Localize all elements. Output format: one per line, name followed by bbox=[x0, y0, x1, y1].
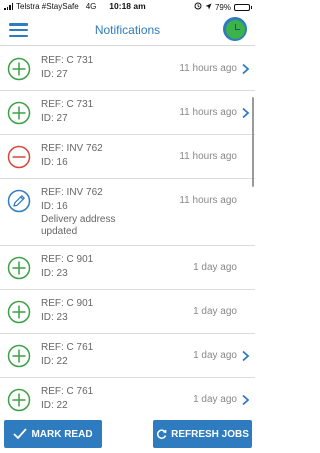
notification-ref: REF: C 731 bbox=[41, 55, 94, 66]
location-icon bbox=[205, 3, 212, 12]
mark-read-button[interactable]: MARK READ bbox=[4, 420, 102, 448]
refresh-jobs-label: REFRESH JOBS bbox=[171, 428, 249, 440]
app-header: Notifications bbox=[0, 14, 255, 46]
chevron-right-icon[interactable] bbox=[241, 62, 250, 75]
remove-circle-icon bbox=[7, 145, 31, 169]
notification-text: REF: C 731 ID: 27 bbox=[41, 98, 93, 126]
battery-icon bbox=[234, 3, 252, 11]
notification-time: 11 hours ago bbox=[179, 195, 237, 206]
carrier-label: Telstra #StaySafe bbox=[16, 2, 79, 11]
chevron-right-icon[interactable] bbox=[241, 106, 250, 119]
notification-row[interactable]: REF: C 731 ID: 27 11 hours ago bbox=[0, 47, 255, 91]
notification-id: ID: 23 bbox=[41, 312, 68, 323]
mark-read-label: MARK READ bbox=[31, 428, 93, 440]
notification-ref: REF: C 731 bbox=[41, 99, 94, 110]
notification-time: 1 day ago bbox=[193, 306, 237, 317]
add-circle-icon bbox=[7, 256, 31, 280]
status-bar: Telstra #StaySafe 4G 10:18 am 79% bbox=[0, 0, 255, 14]
status-right: 79% bbox=[194, 2, 252, 12]
add-circle-icon bbox=[7, 300, 31, 324]
refresh-jobs-button[interactable]: REFRESH JOBS bbox=[153, 420, 252, 448]
notification-id: ID: 27 bbox=[41, 113, 68, 124]
notification-row[interactable]: REF: C 761 ID: 22 1 day ago bbox=[0, 334, 255, 378]
status-left: Telstra #StaySafe 4G bbox=[4, 2, 96, 11]
notification-ref: REF: C 761 bbox=[41, 386, 94, 397]
notification-text: REF: C 901 ID: 23 bbox=[41, 297, 93, 325]
notification-time: 11 hours ago bbox=[179, 151, 237, 162]
page-title: Notifications bbox=[94, 23, 161, 37]
notification-id: ID: 22 bbox=[41, 356, 68, 367]
notification-id: ID: 22 bbox=[41, 400, 68, 411]
notification-time: 1 day ago bbox=[193, 394, 237, 405]
notification-time: 1 day ago bbox=[193, 350, 237, 361]
notification-id: ID: 16 bbox=[41, 157, 68, 168]
notification-text: REF: C 761 ID: 22 bbox=[41, 341, 93, 369]
chevron-right-icon[interactable] bbox=[241, 349, 250, 362]
notification-text: REF: INV 762 ID: 16 Delivery address updat… bbox=[41, 186, 131, 238]
notification-ref: REF: INV 762 bbox=[41, 143, 103, 154]
add-circle-icon bbox=[7, 57, 31, 81]
refresh-icon bbox=[156, 428, 167, 440]
notification-text: REF: C 761 ID: 22 bbox=[41, 385, 93, 413]
add-circle-icon bbox=[7, 101, 31, 125]
bottom-action-bar: MARK READ REFRESH JOBS bbox=[0, 413, 255, 453]
checkmark-icon bbox=[13, 428, 28, 440]
notification-id: ID: 27 bbox=[41, 69, 68, 80]
notification-text: REF: C 901 ID: 23 bbox=[41, 253, 93, 281]
add-circle-icon bbox=[7, 388, 31, 412]
notification-row[interactable]: REF: C 731 ID: 27 11 hours ago bbox=[0, 91, 255, 135]
notification-row[interactable]: REF: C 901 ID: 23 1 day ago bbox=[0, 290, 255, 334]
notification-text: REF: INV 762 ID: 16 bbox=[41, 142, 103, 170]
network-label: 4G bbox=[85, 2, 97, 11]
alarm-icon bbox=[194, 2, 202, 12]
signal-icon bbox=[4, 3, 13, 10]
notification-text: REF: C 731 ID: 27 bbox=[41, 54, 93, 82]
notification-time: 11 hours ago bbox=[179, 63, 237, 74]
add-circle-icon bbox=[7, 344, 31, 368]
notification-time: 11 hours ago bbox=[179, 107, 237, 118]
scrollbar[interactable] bbox=[252, 97, 254, 187]
notification-ref: REF: C 761 bbox=[41, 342, 94, 353]
notification-id: ID: 23 bbox=[41, 268, 68, 279]
hamburger-menu-icon[interactable] bbox=[9, 23, 28, 37]
notification-note: Delivery address updated bbox=[41, 214, 116, 237]
notification-list[interactable]: REF: C 731 ID: 27 11 hours ago REF: C 731 ID… bbox=[0, 47, 255, 413]
notification-time: 1 day ago bbox=[193, 262, 237, 273]
pencil-icon bbox=[7, 189, 31, 213]
notification-ref: REF: C 901 bbox=[41, 298, 94, 309]
notification-ref: REF: INV 762 bbox=[41, 187, 103, 198]
battery-percent: 79% bbox=[214, 2, 231, 12]
notification-row[interactable]: REF: INV 762 ID: 16 11 hours ago bbox=[0, 135, 255, 179]
notification-row[interactable]: REF: C 901 ID: 23 1 day ago bbox=[0, 246, 255, 290]
notification-ref: REF: C 901 bbox=[41, 254, 94, 265]
chevron-right-icon[interactable] bbox=[241, 393, 250, 406]
notification-row[interactable]: REF: INV 762 ID: 16 Delivery address updat… bbox=[0, 179, 255, 246]
clock-icon[interactable] bbox=[223, 17, 247, 41]
notification-id: ID: 16 bbox=[41, 201, 68, 212]
notification-row[interactable]: REF: C 761 ID: 22 1 day ago bbox=[0, 378, 255, 413]
